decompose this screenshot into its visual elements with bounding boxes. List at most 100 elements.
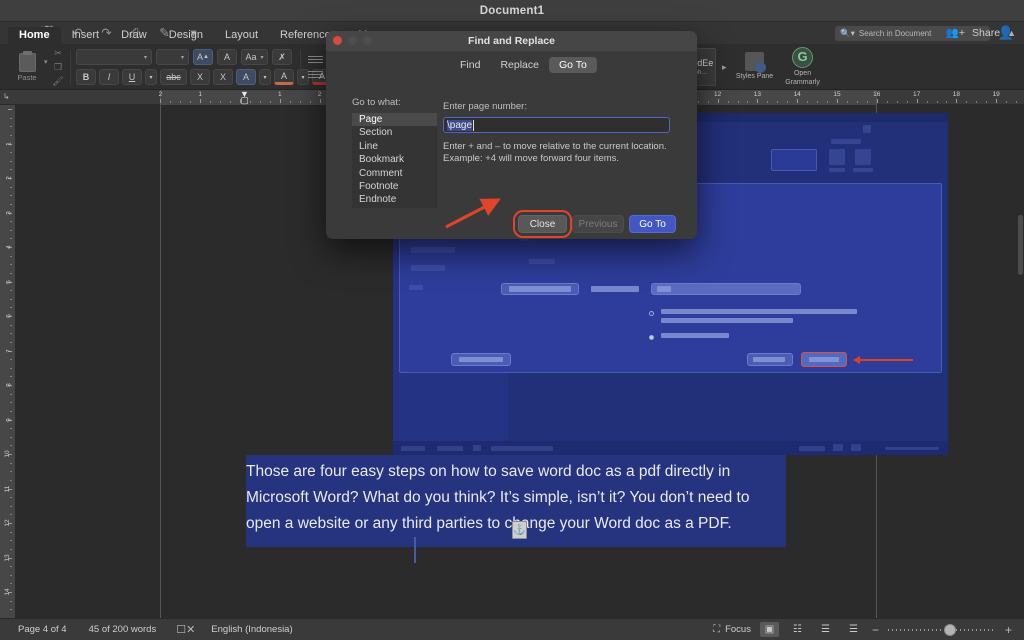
goto-item-bookmark[interactable]: Bookmark (352, 153, 437, 166)
bullets-icon[interactable] (308, 54, 323, 65)
ribbon-divider (300, 50, 301, 84)
goto-item-endnote[interactable]: Endnote (352, 193, 437, 206)
print-layout-icon[interactable]: ▣ (759, 622, 779, 637)
font-name-combo[interactable]: ▾ (76, 49, 152, 65)
enter-page-number-label: Enter page number: (443, 101, 527, 112)
open-grammarly-button[interactable]: G Open Grammarly (781, 46, 825, 88)
zoom-slider-track (887, 628, 996, 631)
text-cursor (473, 119, 475, 131)
underline-dropdown-icon[interactable]: ▾ (145, 69, 157, 85)
tab-draw[interactable]: Draw (110, 27, 158, 44)
grow-font-button[interactable]: A ▲ (193, 49, 213, 65)
paste-icon (18, 50, 36, 72)
font-size-combo[interactable]: ▾ (156, 49, 189, 65)
goto-item-comment[interactable]: Comment (352, 167, 437, 180)
paste-label: Paste (17, 72, 37, 82)
goto-what-label: Go to what: (352, 97, 401, 108)
text-effects-dropdown-icon[interactable]: ▾ (259, 69, 271, 85)
ribbon-group-font: ▾ ▾ A ▲ A Aa ▾ ✗ B I U ▾ abc X X A ▾ A ▾ (76, 44, 347, 90)
strikethrough-button[interactable]: abc (160, 69, 187, 85)
dialog-title: Find and Replace (468, 35, 555, 47)
ruler-page-area (0, 105, 15, 618)
word-count[interactable]: 45 of 200 words (89, 624, 157, 635)
paste-button[interactable]: Paste (10, 45, 44, 89)
goto-item-page[interactable]: Page (352, 113, 437, 127)
outline-view-icon[interactable]: ☰ (816, 622, 835, 637)
subscript-button[interactable]: X (190, 69, 210, 85)
bold-button[interactable]: B (76, 69, 96, 85)
status-bar: Page 4 of 4 45 of 200 words ☐✕ English (… (0, 618, 1024, 640)
paintbrush-icon[interactable]: 🖌 (52, 76, 65, 87)
chevron-down-icon: ▾ (143, 54, 147, 61)
go-to-button[interactable]: Go To (629, 215, 676, 233)
tab-go-to[interactable]: Go To (548, 57, 597, 73)
find-and-replace-dialog[interactable]: Find and Replace Find Replace Go To Go t… (326, 31, 697, 239)
styles-pane-label: Styles Pane (735, 73, 774, 81)
styles-pane-icon (745, 52, 767, 74)
clear-formatting-icon[interactable]: ✗ (272, 49, 292, 65)
ribbon-group-clipboard: Paste ▾ ✂ ❐ 🖌 (10, 44, 69, 90)
text-caret (414, 537, 416, 563)
share-person-icon: 👥+ (945, 27, 966, 39)
shrink-font-button[interactable]: A (217, 49, 237, 65)
chevron-down-icon: ▾ (260, 54, 264, 61)
goto-item-section[interactable]: Section (352, 126, 437, 139)
tab-home[interactable]: Home (8, 27, 61, 44)
word-window: Document1 ⌂ 💾 ↶ ↷ ⎙ ✎ ▾ 🔍▾ Search in Doc… (0, 0, 1024, 640)
tab-layout[interactable]: Layout (214, 27, 269, 44)
object-anchor-icon[interactable]: ⚓ (512, 521, 527, 539)
chevron-up-icon[interactable]: ▲ (1007, 28, 1016, 38)
draft-view-icon[interactable]: ☰ (844, 622, 863, 637)
scissors-icon[interactable]: ✂ (52, 48, 65, 59)
dialog-title-bar: Find and Replace (326, 31, 697, 51)
zoom-slider-knob[interactable] (943, 623, 956, 636)
close-button-highlight-ring (513, 210, 572, 238)
clipboard-mini-buttons: ✂ ❐ 🖌 (48, 48, 69, 87)
spelling-check-icon[interactable]: ☐✕ (176, 623, 195, 636)
previous-button[interactable]: Previous (572, 215, 624, 233)
styles-pane-button[interactable]: Styles Pane (733, 46, 777, 88)
grammarly-label: Open Grammarly (785, 70, 820, 86)
tab-find[interactable]: Find (450, 57, 490, 73)
chevron-down-icon: ▾ (180, 54, 184, 61)
tab-insert[interactable]: Insert (61, 27, 111, 44)
goto-item-line[interactable]: Line (352, 140, 437, 153)
align-left-icon[interactable] (308, 69, 323, 80)
italic-button[interactable]: I (99, 69, 119, 85)
focus-button[interactable]: ⛶ Focus (713, 624, 751, 635)
page-number-value: \page (447, 119, 473, 131)
share-label: Share (972, 26, 1001, 39)
page-count[interactable]: Page 4 of 4 (18, 624, 67, 635)
web-layout-icon[interactable]: ☷ (788, 622, 807, 637)
zoom-slider[interactable] (887, 623, 996, 636)
focus-label: Focus (725, 624, 751, 635)
goto-item-footnote[interactable]: Footnote (352, 180, 437, 193)
zoom-out-button[interactable]: − (872, 623, 879, 637)
focus-icon: ⛶ (713, 624, 721, 635)
vertical-ruler[interactable]: 1 2 3 4 5 6 7 8 9 10 11 12 13 14 (0, 105, 15, 619)
zoom-in-button[interactable]: + (1005, 623, 1012, 637)
title-bar: Document1 (0, 0, 1024, 22)
superscript-button[interactable]: X (213, 69, 233, 85)
underline-button[interactable]: U (122, 69, 142, 85)
embedded-annotation-arrow (853, 356, 913, 364)
change-case-button[interactable]: Aa ▾ (241, 49, 268, 65)
language-indicator[interactable]: English (Indonesia) (211, 624, 292, 635)
page-number-input[interactable]: \page (443, 117, 670, 133)
vertical-scrollbar[interactable] (1018, 215, 1023, 275)
tab-replace[interactable]: Replace (490, 57, 549, 73)
grammarly-icon: G (792, 47, 814, 69)
ribbon-divider (70, 50, 71, 84)
window-title: Document1 (479, 5, 545, 17)
share-control[interactable]: 👥+ Share ▲ (945, 26, 1016, 40)
text-effects-button[interactable]: A (236, 69, 256, 85)
goto-what-list[interactable]: Page Section Line Bookmark Comment Footn… (352, 113, 437, 208)
copy-icon[interactable]: ❐ (52, 62, 65, 73)
chevron-right-icon[interactable]: ▸ (720, 62, 729, 73)
dialog-tab-strip: Find Replace Go To (450, 57, 597, 73)
text-highlight-button[interactable]: A (274, 69, 294, 85)
tab-design[interactable]: Design (158, 27, 214, 44)
left-tab-marker-icon[interactable]: ▼ ▢ (240, 90, 249, 105)
paragraph-text: Those are four easy steps on how to save… (246, 463, 750, 532)
goto-hint-text: Enter + and – to move relative to the cu… (443, 141, 667, 165)
